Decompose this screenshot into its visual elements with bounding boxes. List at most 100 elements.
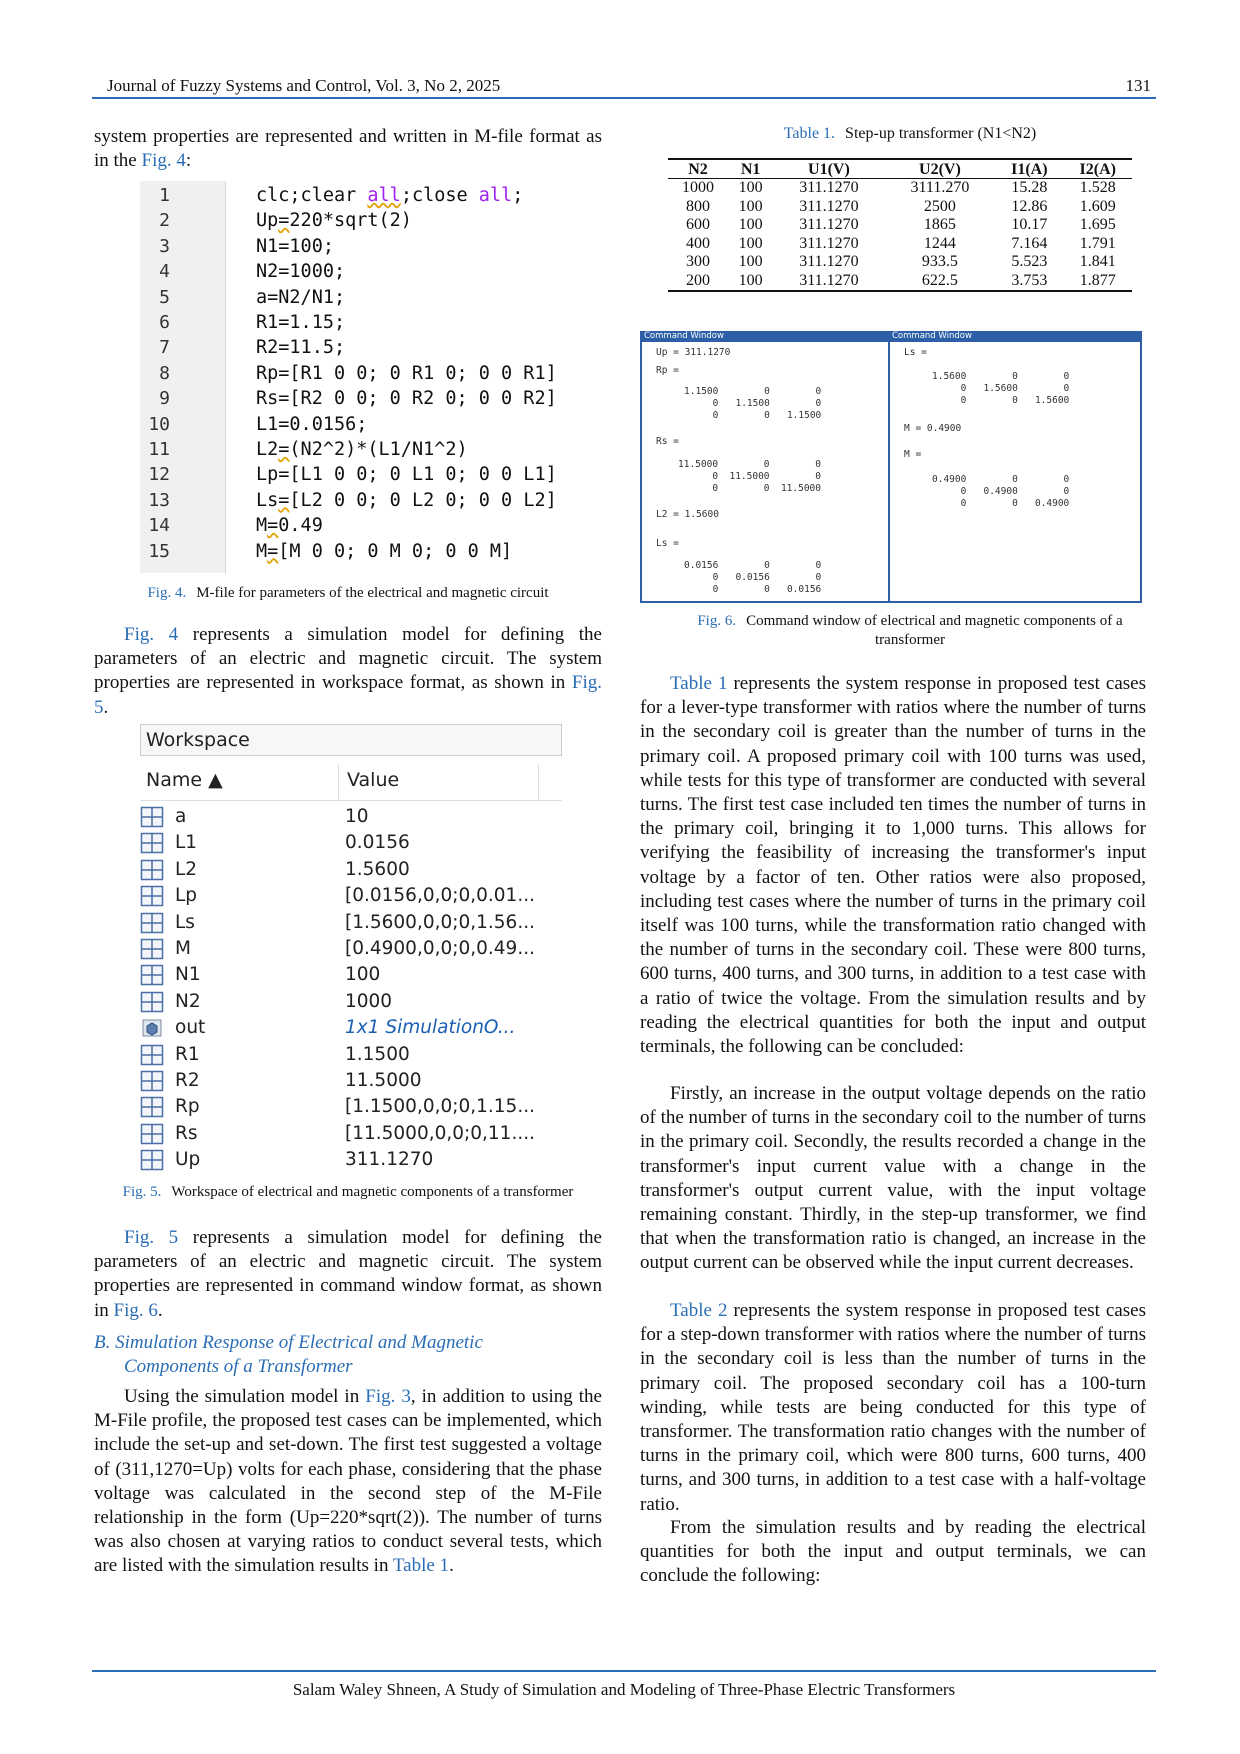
code-line[interactable]: M=0.49: [256, 515, 323, 536]
code-line[interactable]: Ls=[L2 0 0; 0 L2 0; 0 0 L2]: [256, 490, 557, 511]
table-header-cell: U1(V): [773, 158, 885, 179]
paragraph-fig5: Fig. 5 represents a simulation model for…: [94, 1227, 602, 1321]
workspace-variable-row[interactable]: Rp [1.1500,0,0;0,1.15...: [140, 1095, 562, 1121]
variable-value: 1.5600: [345, 858, 410, 880]
workspace-variable-row[interactable]: R2 11.5000: [140, 1069, 562, 1095]
command-window-1: Command Window Up = 311.1270 Rp = 1.1500 0…: [640, 331, 890, 603]
variable-value: [0.4900,0,0;0,0.49...: [345, 938, 535, 959]
line-number: 1: [159, 185, 170, 206]
workspace-variable-row[interactable]: a 10: [140, 805, 562, 831]
workspace-variable-row[interactable]: Lp [0.0156,0,0;0,0.01...: [140, 884, 562, 910]
workspace-variable-row[interactable]: N1 100: [140, 963, 562, 989]
paragraph-closing: From the simulation results and by readi…: [640, 1517, 1146, 1587]
workspace-variable-row[interactable]: R1 1.1500: [140, 1043, 562, 1069]
workspace-variable-row[interactable]: out 1x1 SimulationO...: [140, 1016, 562, 1042]
column-header-value[interactable]: Value: [347, 769, 399, 791]
workspace-variable-row[interactable]: Rs [11.5000,0,0;0,11....: [140, 1122, 562, 1148]
code-line[interactable]: a=N2/N1;: [256, 287, 345, 308]
workspace-variable-row[interactable]: Up 311.1270: [140, 1148, 562, 1174]
variable-name: out: [175, 1017, 206, 1039]
table-cell: 100: [738, 197, 763, 215]
code-line[interactable]: L2=(N2^2)*(L1/N1^2): [256, 439, 468, 460]
variable-name: Rp: [175, 1096, 200, 1118]
variable-value: 0.0156: [345, 832, 410, 854]
workspace-variable-row[interactable]: L1 0.0156: [140, 831, 562, 857]
object-variable-icon: [140, 1017, 164, 1039]
code-line[interactable]: M=[M 0 0; 0 M 0; 0 0 M]: [256, 541, 512, 562]
variable-name: R1: [175, 1043, 200, 1065]
command-output-line: Ls =: [656, 538, 679, 549]
table2-link[interactable]: Table 2: [670, 1300, 727, 1321]
matrix-variable-icon: [140, 832, 164, 854]
command-output-line: 0 0.0156 0: [684, 572, 822, 583]
variable-value: [0.0156,0,0;0,0.01...: [345, 885, 535, 907]
code-line[interactable]: R2=11.5;: [256, 337, 345, 358]
command-output-line: 1.1500 0 0: [684, 386, 822, 397]
column-header-name[interactable]: Name ▲: [146, 769, 223, 791]
code-line[interactable]: R1=1.15;: [256, 312, 345, 333]
line-number: 5: [159, 286, 170, 308]
table-cell: 311.1270: [799, 197, 859, 215]
table-cell: 100: [738, 253, 763, 271]
table-header-cell: N2: [668, 158, 729, 179]
workspace-variable-row[interactable]: L2 1.5600: [140, 858, 562, 884]
fig3-link[interactable]: Fig. 3: [365, 1386, 411, 1407]
table-row: 400 100 311.1270 1244 7.164 1.791: [668, 235, 1132, 254]
command-output-line: 0 0 1.5600: [932, 395, 1070, 406]
table-cell: 3.753: [995, 271, 1064, 292]
header-rule: [92, 97, 1156, 99]
workspace-variable-row[interactable]: Ls [1.5600,0,0;0,1.56...: [140, 911, 562, 937]
table-cell: 7.164: [1011, 234, 1048, 252]
variable-name: N1: [175, 964, 201, 986]
fig6-link[interactable]: Fig. 6: [114, 1300, 158, 1321]
running-header: Journal of Fuzzy Systems and Control, Vo…: [107, 76, 1151, 96]
variable-value: 1.1500: [345, 1043, 410, 1065]
line-number: 13: [148, 489, 170, 511]
line-number: 14: [148, 515, 170, 537]
table-cell: 622.5: [884, 271, 996, 292]
table1-label: Table 1.: [783, 125, 836, 142]
fig4-link[interactable]: Fig. 4: [124, 624, 178, 645]
code-line[interactable]: clc;clear all;close all;: [256, 185, 523, 206]
paragraph-simulation: Using the simulation model in Fig. 3, in…: [94, 1386, 602, 1577]
code-line[interactable]: L1=0.0156;: [256, 414, 367, 435]
code-line[interactable]: Rp=[R1 0 0; 0 R1 0; 0 0 R1]: [256, 363, 557, 384]
code-line[interactable]: N2=1000;: [256, 261, 345, 282]
line-number: 9: [159, 388, 170, 410]
table-cell: 200: [668, 271, 729, 292]
command-output-line: 0 0.4900 0: [932, 486, 1070, 497]
table1-step-up: N2 N1 U1(V) U2(V) I1(A) I2(A) 1000 100 311.1270…: [668, 158, 1132, 292]
command-output-line: 0.0156 0 0: [684, 560, 822, 571]
table-cell: 1.877: [1063, 271, 1132, 292]
matrix-variable-icon: [140, 806, 164, 828]
table-row: 300 100 311.1270 933.5 5.523 1.841: [668, 253, 1132, 272]
command-output-line: 0 0 0.4900: [932, 498, 1070, 509]
command-output-line: 1.5600 0 0: [932, 371, 1070, 382]
workspace-variable-row[interactable]: M [0.4900,0,0;0,0.49...: [140, 937, 562, 963]
line-number: 7: [159, 337, 170, 359]
fig5-link[interactable]: Fig. 5: [124, 1227, 178, 1248]
command-output-line: 0 1.1500 0: [684, 398, 822, 409]
variable-value: 311.1270: [345, 1149, 434, 1171]
paragraph-conclusions: Firstly, an increase in the output volta…: [640, 1083, 1147, 1274]
code-line[interactable]: Lp=[L1 0 0; 0 L1 0; 0 0 L1]: [256, 464, 557, 485]
matrix-variable-icon: [140, 1149, 164, 1171]
fig4-link[interactable]: Fig. 4: [142, 150, 186, 171]
table-cell: 800: [686, 197, 711, 215]
line-number: 12: [148, 464, 170, 486]
workspace-title: Workspace: [146, 729, 250, 751]
command-output-line: 0 0 11.5000: [678, 483, 821, 494]
table-cell: 3111.270: [910, 179, 970, 197]
table-cell: 10.17: [1011, 216, 1048, 234]
table1-link[interactable]: Table 1: [670, 673, 727, 694]
code-line[interactable]: Up=220*sqrt(2): [256, 210, 412, 231]
table1-link[interactable]: Table 1: [393, 1555, 449, 1576]
table-cell: 100: [738, 216, 763, 234]
code-line[interactable]: N1=100;: [256, 236, 334, 257]
matrix-variable-icon: [140, 859, 164, 881]
workspace-variable-row[interactable]: N2 1000: [140, 990, 562, 1016]
code-line[interactable]: Rs=[R2 0 0; 0 R2 0; 0 0 R2]: [256, 388, 557, 409]
command-output-line: 0 11.5000 0: [678, 471, 821, 482]
table-cell: 311.1270: [773, 271, 885, 292]
command-output-line: M =: [904, 449, 922, 460]
